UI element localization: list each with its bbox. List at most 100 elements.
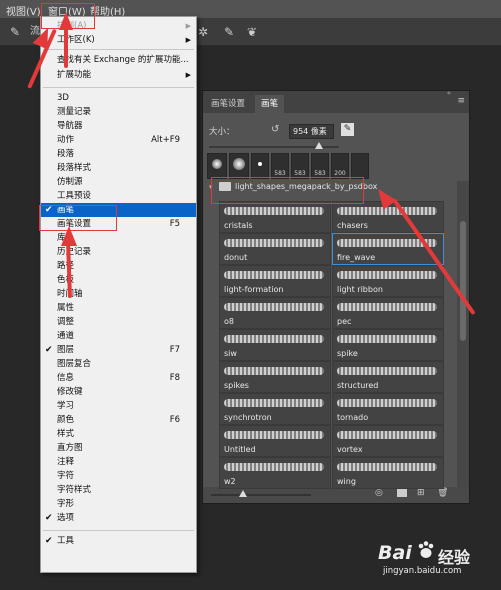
- brush-preset[interactable]: tornado: [332, 393, 444, 425]
- brush-preset[interactable]: Untitled: [219, 425, 331, 457]
- new-brush-icon[interactable]: ✎: [341, 123, 354, 136]
- brush-preset[interactable]: o8: [219, 297, 331, 329]
- menu-item-label: 字形: [57, 499, 75, 509]
- menu-item-label: 导航器: [57, 121, 83, 131]
- menu-item[interactable]: 修改键: [41, 385, 196, 399]
- menu-item[interactable]: 样式: [41, 427, 196, 441]
- brush-tool-icon[interactable]: ✎: [8, 25, 22, 39]
- brush-preset[interactable]: light-formation: [219, 265, 331, 297]
- tip-size: 583: [274, 170, 286, 177]
- new-folder-icon[interactable]: [397, 489, 407, 497]
- gear-icon[interactable]: ✲: [196, 25, 210, 39]
- size-input[interactable]: 954 像素: [289, 124, 334, 139]
- menu-item[interactable]: 颜色 F6: [41, 413, 196, 427]
- submenu-arrow-icon: ▶: [185, 36, 191, 44]
- brush-preset[interactable]: pec: [332, 297, 444, 329]
- menu-item[interactable]: 工具预设: [41, 189, 196, 203]
- menu-item-shortcut: F8: [169, 373, 180, 383]
- menu-item[interactable]: ✔ 图层 F7: [41, 343, 196, 357]
- menu-item[interactable]: 3D: [41, 91, 196, 105]
- tip-preset[interactable]: [251, 153, 269, 179]
- tip-preset[interactable]: 583: [291, 153, 309, 179]
- brush-stroke-preview: [337, 399, 437, 407]
- tip-preset[interactable]: 583: [311, 153, 329, 179]
- reset-icon[interactable]: ↺: [271, 124, 279, 135]
- menu-item[interactable]: 色板: [41, 273, 196, 287]
- menu-item[interactable]: 通道: [41, 329, 196, 343]
- brush-preset[interactable]: synchrotron: [219, 393, 331, 425]
- trash-icon[interactable]: 🗑: [437, 488, 448, 498]
- tab-brushes[interactable]: 画笔: [255, 95, 285, 113]
- size-slider-handle[interactable]: [315, 142, 323, 149]
- brush-preset[interactable]: vortex: [332, 425, 444, 457]
- menu-item[interactable]: 扩展功能 ▶: [41, 68, 196, 82]
- panel-scrollbar[interactable]: [457, 181, 469, 487]
- menu-item-label: 选项: [57, 513, 75, 523]
- brush-name: w2: [224, 477, 236, 486]
- menu-item[interactable]: 字符样式: [41, 483, 196, 497]
- tip-preset[interactable]: 583: [271, 153, 289, 179]
- menu-item[interactable]: ✔ 工具: [41, 534, 196, 548]
- brush-stroke-preview: [337, 431, 437, 439]
- tip-preset[interactable]: [229, 153, 249, 179]
- menu-item-label: 注释: [57, 457, 75, 467]
- menu-item[interactable]: 字符: [41, 469, 196, 483]
- preview-slider[interactable]: [211, 494, 311, 496]
- menu-item[interactable]: 仿制源: [41, 175, 196, 189]
- preview-slider-handle[interactable]: [239, 490, 247, 497]
- menu-item[interactable]: 字形: [41, 497, 196, 511]
- watermark-brand-right: 经验: [438, 548, 471, 567]
- menu-item[interactable]: 调整: [41, 315, 196, 329]
- brush-preset[interactable]: cristals: [219, 201, 331, 233]
- brush-preset[interactable]: structured: [332, 361, 444, 393]
- submenu-arrow-icon: ▶: [185, 71, 191, 79]
- panel-menu-icon[interactable]: ≡: [457, 96, 465, 106]
- brush-preset[interactable]: siw: [219, 329, 331, 361]
- menu-item[interactable]: 历史记录: [41, 245, 196, 259]
- menu-item[interactable]: 直方图: [41, 441, 196, 455]
- tip-preset[interactable]: [351, 153, 369, 179]
- brush-preset[interactable]: spikes: [219, 361, 331, 393]
- brush-stroke-preview: [224, 207, 324, 215]
- menu-item[interactable]: 测量记录: [41, 105, 196, 119]
- brush-name: light-formation: [224, 285, 284, 294]
- tip-preset[interactable]: 200: [331, 153, 349, 179]
- menu-item[interactable]: 动作 Alt+F9: [41, 133, 196, 147]
- menu-item-label: 查找有关 Exchange 的扩展功能...: [57, 55, 189, 65]
- brush-preset[interactable]: wing: [332, 457, 444, 489]
- menu-item[interactable]: 时间轴: [41, 287, 196, 301]
- menu-item[interactable]: 图层复合: [41, 357, 196, 371]
- annotation-box-brush-item: [39, 205, 117, 231]
- menu-item[interactable]: 路径: [41, 259, 196, 273]
- menu-item-label: 扩展功能: [57, 70, 92, 80]
- tab-brush-settings[interactable]: 画笔设置: [205, 95, 251, 113]
- annotation-arrowhead: [61, 226, 77, 246]
- menu-item-shortcut: F6: [169, 415, 180, 425]
- new-brush-icon[interactable]: ⊞: [417, 488, 425, 498]
- brush-preset[interactable]: w2: [219, 457, 331, 489]
- menu-item[interactable]: 信息 F8: [41, 371, 196, 385]
- pressure-icon[interactable]: ✎: [222, 25, 236, 39]
- brush-name: tornado: [337, 413, 369, 422]
- menu-item[interactable]: 段落: [41, 147, 196, 161]
- brush-name: fire_wave: [337, 253, 376, 262]
- brush-preset[interactable]: light ribbon: [332, 265, 444, 297]
- collapse-icon[interactable]: «: [447, 89, 451, 97]
- butterfly-icon[interactable]: ❦: [245, 25, 259, 39]
- eye-icon[interactable]: ◎: [375, 488, 383, 498]
- brush-stroke-preview: [224, 463, 324, 471]
- menu-item[interactable]: 注释: [41, 455, 196, 469]
- tip-preset[interactable]: [207, 153, 227, 179]
- menu-item[interactable]: 导航器: [41, 119, 196, 133]
- menu-item[interactable]: 学习: [41, 399, 196, 413]
- menu-item[interactable]: ✔ 选项: [41, 511, 196, 525]
- brush-preset[interactable]: spike: [332, 329, 444, 361]
- brush-name: synchrotron: [224, 413, 272, 422]
- menu-view[interactable]: 视图(V): [6, 3, 41, 18]
- menu-item[interactable]: 段落样式: [41, 161, 196, 175]
- menu-item[interactable]: 属性: [41, 301, 196, 315]
- brush-stroke-preview: [337, 367, 437, 375]
- brush-preset[interactable]: donut: [219, 233, 331, 265]
- brush-name: wing: [337, 477, 356, 486]
- menu-item-label: 工具预设: [57, 191, 92, 201]
